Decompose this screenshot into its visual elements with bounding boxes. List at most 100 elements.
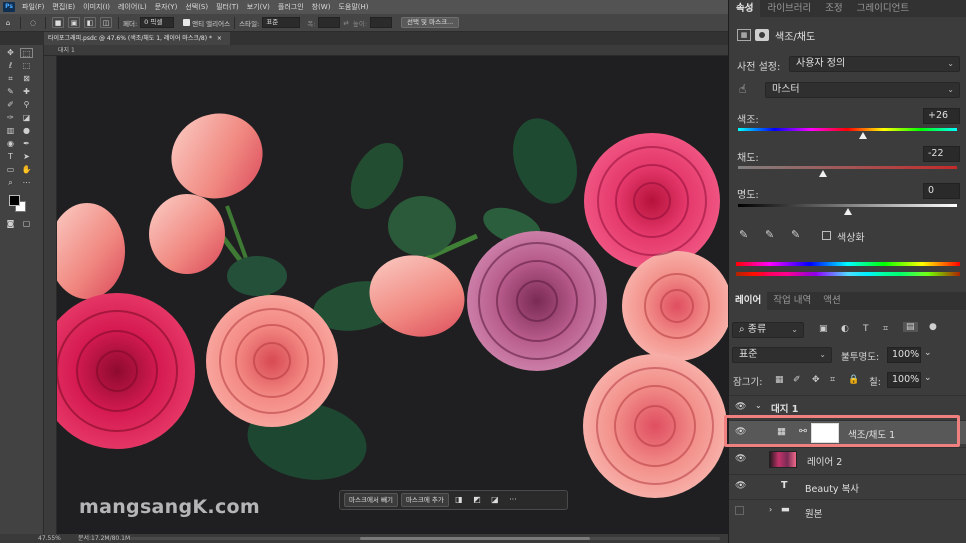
feather-input[interactable]: 0 픽셀 — [140, 17, 175, 28]
layer-row-text[interactable]: 👁 T Beauty 복사 — [729, 474, 966, 498]
chevron-down-icon[interactable]: ⌄ — [755, 401, 762, 410]
pixel-filter-icon[interactable]: ▣ — [819, 324, 828, 334]
layer-row-artboard[interactable]: 👁 ⌄ 대지 1 — [729, 395, 966, 419]
chevron-down-icon[interactable]: ⌄ — [924, 373, 932, 383]
history-brush-tool-icon[interactable]: ✑ — [4, 113, 17, 123]
marquee-tool-icon[interactable]: ⬚ — [20, 48, 33, 58]
home-icon[interactable]: ⌂ — [2, 17, 14, 28]
type-tool-icon[interactable]: T — [4, 152, 17, 162]
menu-layer[interactable]: 레이어(L) — [114, 2, 151, 12]
saturation-input[interactable]: -22 — [923, 146, 960, 162]
fill-input[interactable]: 100% — [887, 372, 921, 388]
layer-row-pixel[interactable]: 👁 레이어 2 — [729, 447, 966, 471]
scrollbar-thumb[interactable] — [360, 537, 590, 540]
layer-row-group[interactable]: › ▬ 원본 — [729, 499, 966, 523]
type-filter-icon[interactable]: T — [863, 324, 869, 334]
visibility-eye-icon[interactable]: 👁 — [735, 427, 746, 437]
filter-toggle-icon[interactable]: ● — [929, 322, 937, 332]
channel-select[interactable]: 마스터 ⌄ — [765, 82, 960, 98]
add-to-mask-button[interactable]: 마스크에 추가 — [400, 493, 449, 507]
subtract-from-mask-button[interactable]: 마스크에서 빼기 — [344, 493, 398, 507]
chevron-down-icon[interactable]: ⌄ — [924, 348, 932, 358]
menu-edit[interactable]: 편집(E) — [48, 2, 79, 12]
preset-select[interactable]: 사용자 정의 ⌄ — [789, 56, 960, 72]
tab-libraries[interactable]: 라이브러리 — [760, 0, 818, 17]
tab-adjustments[interactable]: 조정 — [818, 0, 849, 17]
eyedropper-icon[interactable]: ✎ — [739, 228, 748, 241]
hue-input[interactable]: +26 — [923, 108, 960, 124]
shape-tool-icon[interactable]: ▭ — [4, 165, 17, 175]
new-selection-icon[interactable]: ■ — [52, 17, 64, 28]
close-icon[interactable]: × — [217, 35, 222, 42]
more-options-icon[interactable]: ··· — [506, 493, 520, 507]
visibility-eye-icon[interactable]: 👁 — [735, 481, 746, 491]
tab-layers[interactable]: 레이어 — [729, 292, 768, 310]
hand-tool-icon[interactable]: ✋ — [20, 165, 33, 175]
layer-mask-thumbnail[interactable] — [811, 423, 839, 443]
smart-object-filter-icon[interactable]: ▤ — [903, 322, 918, 332]
quick-mask-icon[interactable]: ◙ — [4, 219, 17, 229]
layer-row-hue-saturation[interactable]: 👁 ▦ ⚯ 색조/채도 1 — [729, 420, 966, 444]
antialias-checkbox[interactable] — [183, 19, 191, 26]
style-select[interactable]: 표준 — [262, 17, 301, 28]
document-tab[interactable]: 타이포그래피.psdc @ 47.6% (색조/채도 1, 레이어 마스크/8)… — [44, 32, 230, 45]
opacity-input[interactable]: 100% — [887, 347, 921, 363]
menu-filter[interactable]: 필터(T) — [212, 2, 243, 12]
mask-icon[interactable] — [755, 29, 769, 41]
shape-filter-icon[interactable]: ⌗ — [883, 324, 888, 334]
chevron-right-icon[interactable]: › — [769, 505, 772, 514]
lightness-input[interactable]: 0 — [923, 183, 960, 199]
swap-icon[interactable]: ⇄ — [343, 19, 348, 27]
move-tool-icon[interactable]: ✥ — [4, 48, 17, 58]
targeted-adjustment-icon[interactable]: ☝ — [739, 82, 746, 96]
crop-tool-icon[interactable]: ⌗ — [4, 74, 17, 84]
adjustment-filter-icon[interactable]: ◐ — [841, 324, 849, 334]
tab-gradients[interactable]: 그레이디언트 — [850, 0, 916, 17]
fill-mask-icon[interactable]: ◪ — [488, 493, 502, 507]
menu-window[interactable]: 창(W) — [308, 2, 335, 12]
eyedropper-minus-icon[interactable]: ✎ — [791, 228, 800, 241]
horizontal-scrollbar[interactable] — [130, 537, 720, 540]
menu-plugins[interactable]: 플러그인 — [274, 2, 308, 12]
mask-option-icon[interactable]: ◨ — [452, 493, 466, 507]
lasso-tool-icon[interactable]: ℓ — [4, 61, 17, 71]
invert-mask-icon[interactable]: ◩ — [470, 493, 484, 507]
hue-saturation-icon[interactable]: ▦ — [737, 29, 751, 41]
blend-mode-select[interactable]: 표준 ⌄ — [732, 347, 832, 363]
lock-pixels-icon[interactable]: ✐ — [793, 375, 801, 385]
tab-actions[interactable]: 액션 — [817, 292, 846, 310]
dodge-tool-icon[interactable]: ◉ — [4, 139, 17, 149]
lightness-slider-thumb[interactable] — [843, 208, 852, 215]
marquee-preset-icon[interactable]: ◌ — [27, 17, 39, 28]
eyedropper-tool-icon[interactable]: ✎ — [4, 87, 17, 97]
menu-help[interactable]: 도움말(H) — [334, 2, 372, 12]
blur-tool-icon[interactable]: ● — [20, 126, 33, 136]
select-and-mask-button[interactable]: 선택 및 마스크... — [401, 17, 460, 28]
menu-type[interactable]: 문자(Y) — [151, 2, 182, 12]
menu-view[interactable]: 보기(V) — [243, 2, 274, 12]
tab-history[interactable]: 작업 내역 — [767, 292, 817, 310]
zoom-tool-icon[interactable]: ⌕ — [4, 178, 17, 188]
stamp-tool-icon[interactable]: ⚲ — [20, 100, 33, 110]
menu-image[interactable]: 이미지(I) — [79, 2, 114, 12]
lightness-slider-track[interactable] — [738, 204, 957, 207]
document-canvas[interactable] — [57, 56, 728, 534]
pen-tool-icon[interactable]: ✒ — [20, 139, 33, 149]
width-input[interactable] — [318, 17, 341, 28]
lock-position-icon[interactable]: ✥ — [812, 375, 820, 385]
visibility-eye-icon[interactable]: 👁 — [735, 454, 746, 464]
object-select-tool-icon[interactable]: ⬚ — [20, 61, 33, 71]
spot-heal-tool-icon[interactable]: ✚ — [20, 87, 33, 97]
foreground-color-swatch[interactable] — [9, 195, 20, 206]
eyedropper-plus-icon[interactable]: ✎ — [765, 228, 774, 241]
brush-tool-icon[interactable]: ✐ — [4, 100, 17, 110]
hue-slider-track[interactable] — [738, 128, 957, 131]
layer-filter-select[interactable]: ⌕ 종류 ⌄ — [732, 322, 804, 338]
intersect-selection-icon[interactable]: ◫ — [100, 17, 112, 28]
hue-slider-thumb[interactable] — [859, 132, 868, 139]
height-input[interactable] — [370, 17, 393, 28]
lock-transparency-icon[interactable]: ▦ — [775, 375, 784, 385]
tab-properties[interactable]: 속성 — [729, 0, 761, 17]
add-selection-icon[interactable]: ▣ — [68, 17, 80, 28]
more-tools-icon[interactable]: ⋯ — [20, 178, 33, 188]
